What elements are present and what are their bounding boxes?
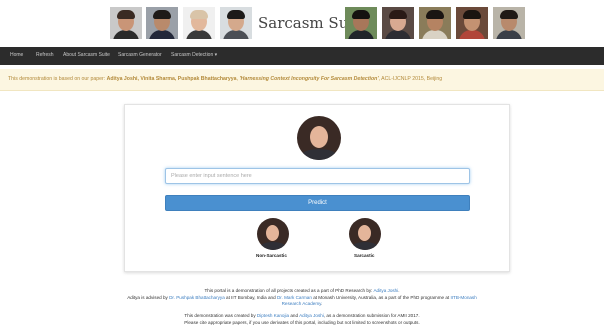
footer-advisor-line: Aditya is advised by Dr. Pushpak Bhattac… — [127, 295, 477, 300]
footer-credit-line: This portal is a demonstration of all pr… — [204, 288, 400, 293]
footer-creator-line: This demonstration was created by Diptes… — [184, 313, 420, 318]
nav-detection-dropdown[interactable]: Sarcasm Detection ▾ — [171, 52, 217, 58]
person-photo-icon — [146, 7, 178, 39]
footer-academy-line: Research Academy. — [281, 301, 323, 306]
non-sarcastic-label: Non-Sarcastic — [256, 253, 287, 258]
sarcastic-avatar — [349, 218, 381, 250]
paper-notice-text: This demonstration is based on our paper… — [8, 76, 443, 82]
person-photo-icon — [456, 7, 488, 39]
author-link[interactable]: Aditya Joshi — [373, 288, 398, 293]
sentence-input[interactable] — [165, 168, 470, 184]
nav-about-link[interactable]: About Sarcasm Suite — [63, 52, 110, 58]
paper-authors: Aditya Joshi, Vinita Sharma, Pushpak Bha… — [106, 76, 237, 82]
person-photo-icon — [110, 7, 142, 39]
person-photo-icon — [419, 7, 451, 39]
paper-notice: This demonstration is based on our paper… — [0, 69, 604, 91]
chevron-down-icon: ▾ — [214, 52, 218, 58]
header-banner: Sarcasm Suite — [0, 0, 604, 44]
creator-link-2[interactable]: Aditya Joshi — [299, 313, 324, 318]
presenter-avatar — [297, 116, 341, 160]
person-photo-icon — [220, 7, 252, 39]
nav-generator-link[interactable]: Sarcasm Generator — [118, 52, 162, 58]
footer-cite-line: Please cite appropriate papers, if you u… — [184, 320, 420, 325]
advisor-link-1[interactable]: Dr. Pushpak Bhattacharyya — [169, 295, 225, 300]
predict-button[interactable]: Predict — [165, 195, 470, 211]
paper-venue: , ACL-IJCNLP 2015, Beijing — [378, 76, 443, 82]
creator-link-1[interactable]: Diptesh Kanojia — [257, 313, 289, 318]
person-photo-icon — [345, 7, 377, 39]
paper-title: 'Harnessing Context Incongruity For Sarc… — [239, 76, 379, 82]
academy-link[interactable]: IITB-Monash — [450, 295, 476, 300]
person-photo-icon — [493, 7, 525, 39]
advisor-link-2[interactable]: Dr. Mark Carman — [277, 295, 312, 300]
academy-link-continued[interactable]: Research Academy — [282, 301, 322, 306]
sarcastic-label: Sarcastic — [354, 253, 375, 258]
person-photo-icon — [382, 7, 414, 39]
detection-panel: Predict Non-Sarcastic Sarcastic — [124, 104, 510, 272]
person-photo-icon — [183, 7, 215, 39]
non-sarcastic-avatar — [257, 218, 289, 250]
nav-detection-label: Sarcasm Detection — [171, 52, 214, 58]
navbar: Home Refresh About Sarcasm Suite Sarcasm… — [0, 47, 604, 65]
nav-home-link[interactable]: Home — [10, 52, 23, 58]
nav-refresh-link[interactable]: Refresh — [36, 52, 54, 58]
